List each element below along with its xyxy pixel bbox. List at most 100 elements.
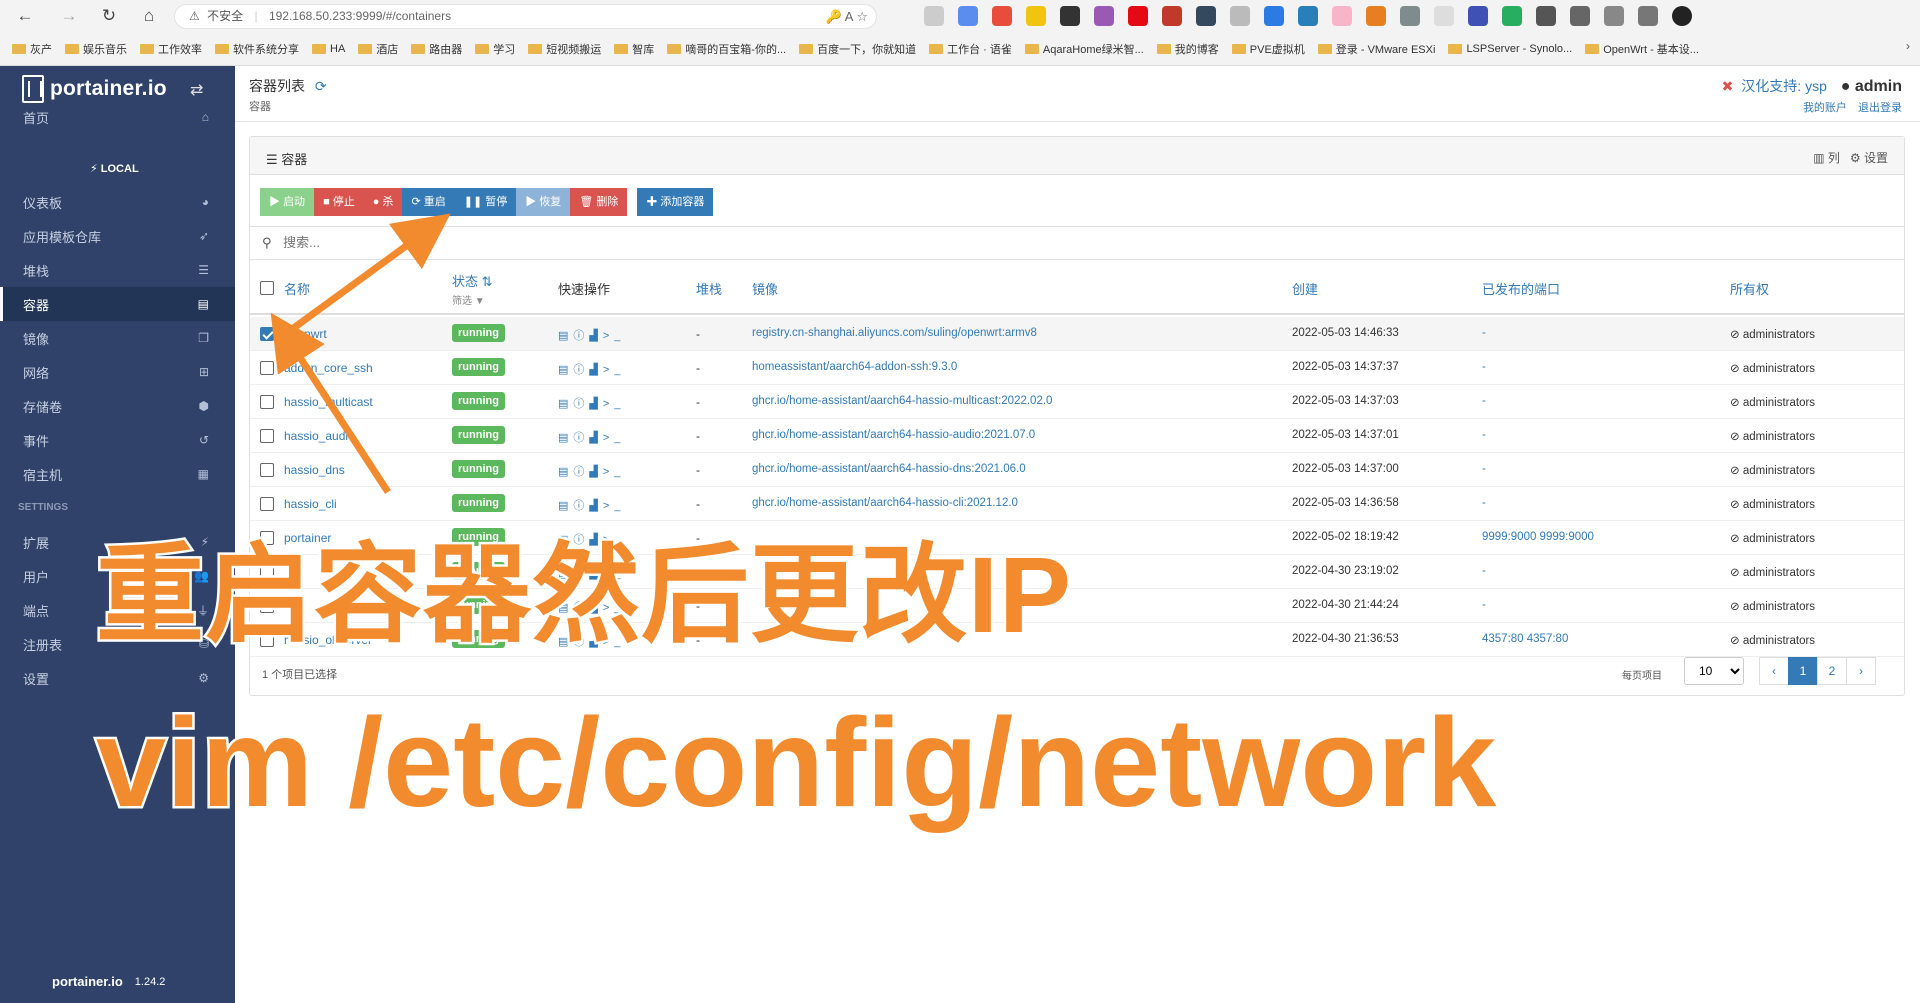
console-icon[interactable]: >_ bbox=[603, 500, 626, 512]
table-row[interactable]: openwrt running ▤ⓘ▟>_ - registry.cn-shanghai… bbox=[250, 317, 1904, 351]
logs-icon[interactable]: ▤ bbox=[558, 330, 573, 342]
address-bar[interactable]: ⚠ 不安全 | 192.168.50.233:9999/#/containers… bbox=[174, 4, 877, 29]
console-icon[interactable]: >_ bbox=[603, 602, 626, 614]
published-ports[interactable]: - bbox=[1482, 429, 1486, 441]
info-icon[interactable]: ⓘ bbox=[573, 432, 589, 444]
extension-icon[interactable] bbox=[958, 6, 978, 26]
bookmark-item[interactable]: 嘀哥的百宝箱-你的... bbox=[667, 37, 786, 61]
info-icon[interactable]: ⓘ bbox=[573, 364, 589, 376]
forward-icon[interactable]: → bbox=[58, 6, 80, 26]
sidebar-item-sitemap[interactable]: 网络 ⊞ bbox=[0, 355, 235, 389]
console-icon[interactable]: >_ bbox=[603, 568, 626, 580]
support-link[interactable]: 汉化支持: ysp bbox=[1741, 78, 1827, 94]
published-ports[interactable]: - bbox=[1482, 463, 1486, 475]
stats-icon[interactable]: ▟ bbox=[589, 432, 602, 444]
extension-icon[interactable] bbox=[1094, 6, 1114, 26]
page-button[interactable]: ‹ bbox=[1759, 657, 1789, 685]
sidebar-item-home[interactable]: 首页 ⌂ bbox=[0, 100, 235, 134]
table-row[interactable]: portainer running ▤ⓘ▟>_ - 2022-05-02 18:19:4… bbox=[250, 521, 1904, 555]
sidebar-item-plug[interactable]: 端点 ⏚ bbox=[0, 593, 235, 627]
console-icon[interactable]: >_ bbox=[603, 636, 626, 648]
row-checkbox[interactable] bbox=[260, 395, 274, 409]
select-all-checkbox[interactable] bbox=[260, 281, 274, 295]
extension-icon[interactable] bbox=[1230, 6, 1250, 26]
column-ownership[interactable]: 所有权 bbox=[1730, 279, 1769, 298]
logs-icon[interactable]: ▤ bbox=[558, 602, 573, 614]
bookmark-item[interactable]: 酒店 bbox=[358, 37, 398, 61]
quick-actions[interactable]: ▤ⓘ▟>_ bbox=[558, 327, 625, 343]
container-name[interactable]: hassio_audio bbox=[284, 429, 355, 443]
extension-icon[interactable] bbox=[1332, 6, 1352, 26]
bookmark-item[interactable]: 智库 bbox=[614, 37, 654, 61]
bookmark-item[interactable]: 软件系统分享 bbox=[215, 37, 299, 61]
info-icon[interactable]: ⓘ bbox=[573, 534, 589, 546]
table-row[interactable]: hassio_multicast running ▤ⓘ▟>_ - ghcr.io/hom… bbox=[250, 385, 1904, 419]
container-name[interactable]: hassio_multicast bbox=[284, 395, 373, 409]
stats-icon[interactable]: ▟ bbox=[589, 330, 602, 342]
page-button[interactable]: 2 bbox=[1817, 657, 1847, 685]
image-link[interactable]: ghcr.io/home-assistant/aarch64-hassio-mu… bbox=[752, 395, 1052, 407]
table-row[interactable]: running ▤ⓘ▟>_ - 2022-04-30 23:19:02 - ⊘ admin… bbox=[250, 555, 1904, 589]
pause-button[interactable]: ❚❚ 暂停 bbox=[454, 188, 517, 216]
extension-icon[interactable] bbox=[1468, 6, 1488, 26]
info-icon[interactable]: ⓘ bbox=[573, 466, 589, 478]
column-name[interactable]: 名称 bbox=[284, 279, 310, 298]
sidebar-item-bolt[interactable]: 扩展 ⚡ bbox=[0, 525, 235, 559]
bookmark-item[interactable]: 登录 - VMware ESXi bbox=[1317, 37, 1435, 61]
console-icon[interactable]: >_ bbox=[603, 466, 626, 478]
sidebar-item-clone[interactable]: 镜像 ❐ bbox=[0, 321, 235, 355]
reload-icon[interactable]: ↻ bbox=[98, 6, 120, 26]
console-icon[interactable]: >_ bbox=[603, 330, 626, 342]
row-checkbox[interactable] bbox=[260, 565, 274, 579]
extension-icon[interactable] bbox=[1026, 6, 1046, 26]
stats-icon[interactable]: ▟ bbox=[589, 500, 602, 512]
console-icon[interactable]: >_ bbox=[603, 534, 626, 546]
quick-actions[interactable]: ▤ⓘ▟>_ bbox=[558, 463, 625, 479]
column-image[interactable]: 镜像 bbox=[752, 279, 778, 298]
logs-icon[interactable]: ▤ bbox=[558, 568, 573, 580]
quick-actions[interactable]: ▤ⓘ▟>_ bbox=[558, 429, 625, 445]
my-account-link[interactable]: 我的账户 bbox=[1803, 102, 1847, 114]
bookmark-item[interactable]: OpenWrt - 基本设... bbox=[1585, 37, 1699, 61]
kill-button[interactable]: ● 杀 bbox=[363, 188, 403, 216]
bookmark-item[interactable]: 路由器 bbox=[411, 37, 462, 61]
logs-icon[interactable]: ▤ bbox=[558, 636, 573, 648]
back-icon[interactable]: ← bbox=[14, 6, 36, 26]
logs-icon[interactable]: ▤ bbox=[558, 364, 573, 376]
published-ports[interactable]: - bbox=[1482, 327, 1486, 339]
sidebar-item-history[interactable]: 事件 ↺ bbox=[0, 423, 235, 457]
column-state[interactable]: 状态 ⇅ 筛选 ▼ bbox=[452, 271, 493, 307]
bookmark-item[interactable]: 我的博客 bbox=[1156, 37, 1219, 61]
extension-icon[interactable] bbox=[1196, 6, 1216, 26]
extension-icon[interactable] bbox=[1162, 6, 1182, 26]
bookmark-item[interactable]: 灰产 bbox=[12, 37, 52, 61]
logs-icon[interactable]: ▤ bbox=[558, 534, 573, 546]
bookmark-item[interactable]: 娱乐音乐 bbox=[65, 37, 127, 61]
logs-icon[interactable]: ▤ bbox=[558, 466, 573, 478]
profile-avatar[interactable] bbox=[1672, 6, 1692, 26]
column-created[interactable]: 创建 bbox=[1292, 279, 1318, 298]
stats-icon[interactable]: ▟ bbox=[589, 466, 602, 478]
table-row[interactable]: addon_core_ssh running ▤ⓘ▟>_ - homeassistant… bbox=[250, 351, 1904, 385]
sidebar-item-cogs[interactable]: 设置 ⚙ bbox=[0, 661, 235, 695]
exchange-icon[interactable]: ⇄ bbox=[190, 80, 203, 100]
console-icon[interactable]: >_ bbox=[603, 364, 626, 376]
stats-icon[interactable]: ▟ bbox=[589, 398, 602, 410]
bookmark-item[interactable]: 工作效率 bbox=[140, 37, 202, 61]
extension-icon[interactable] bbox=[1536, 6, 1556, 26]
extension-icon[interactable] bbox=[1128, 6, 1148, 26]
extension-icon[interactable] bbox=[1434, 6, 1454, 26]
page-button[interactable]: › bbox=[1846, 657, 1876, 685]
bookmark-item[interactable]: 短视频搬运 bbox=[528, 37, 601, 61]
console-icon[interactable]: >_ bbox=[603, 398, 626, 410]
bookmark-item[interactable]: AqaraHome绿米智... bbox=[1024, 37, 1144, 61]
quick-actions[interactable]: ▤ⓘ▟>_ bbox=[558, 361, 625, 377]
row-checkbox[interactable] bbox=[260, 497, 274, 511]
favorites-icon[interactable] bbox=[1604, 6, 1624, 26]
row-checkbox[interactable] bbox=[260, 599, 274, 613]
extension-icon[interactable] bbox=[1502, 6, 1522, 26]
address-bar-icons[interactable]: 🔑 A ☆ bbox=[826, 5, 868, 28]
state-filter[interactable]: 筛选 ▼ bbox=[452, 292, 493, 307]
column-stack[interactable]: 堆栈 bbox=[696, 279, 722, 298]
restart-button[interactable]: ⟳ 重启 bbox=[402, 188, 455, 216]
